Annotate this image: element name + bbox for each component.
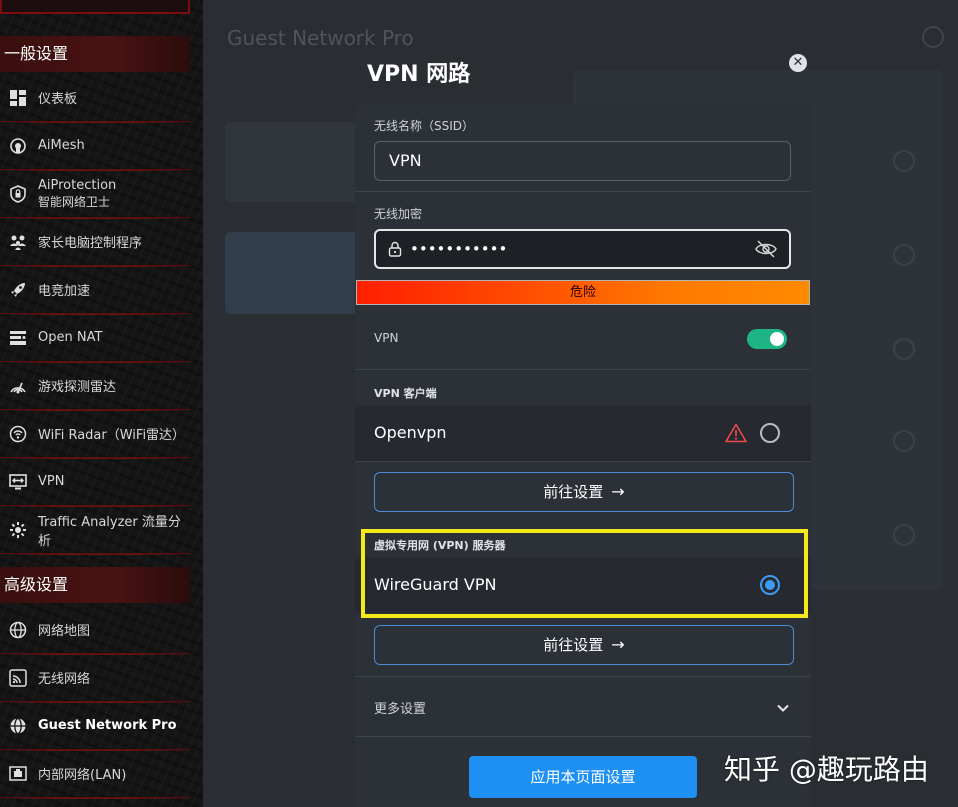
divider bbox=[355, 369, 811, 370]
sidebar-item-label: 网络地图 bbox=[38, 624, 91, 639]
sidebar-item-wifi-radar[interactable]: WiFi Radar（WiFi雷达） bbox=[0, 410, 190, 459]
shield-lock-icon bbox=[9, 184, 27, 203]
sidebar-section-advanced: 高级设置 bbox=[0, 567, 190, 603]
wireless-icon bbox=[9, 668, 27, 687]
sidebar-item-sublabel: 智能网络卫士 bbox=[38, 194, 111, 209]
watermark: 知乎 @趣玩路由 bbox=[724, 753, 929, 786]
sidebar-item-label: 家长电脑控制程序 bbox=[38, 236, 143, 251]
close-icon: ✕ bbox=[792, 55, 804, 70]
goto-settings-label: 前往设置 bbox=[543, 483, 604, 501]
chevron-down-icon[interactable] bbox=[776, 701, 790, 715]
divider bbox=[355, 736, 811, 737]
sidebar-item-label: 游戏探测雷达 bbox=[38, 380, 117, 395]
background-card bbox=[225, 122, 365, 202]
apply-settings-button[interactable]: 应用本页面设置 bbox=[469, 756, 697, 798]
dashboard-icon bbox=[9, 89, 27, 107]
background-info-icon bbox=[893, 524, 915, 546]
rocket-icon bbox=[9, 281, 27, 299]
sidebar-item-game-radar[interactable]: 游戏探测雷达 bbox=[0, 362, 190, 411]
sidebar-item-traffic-analyzer[interactable]: Traffic Analyzer 流量分析 bbox=[0, 506, 190, 555]
openvpn-radio[interactable] bbox=[760, 423, 780, 443]
password-mask: ••••••••••• bbox=[410, 240, 508, 258]
sidebar-item-label: AiProtection bbox=[38, 177, 117, 193]
sidebar-item-label: AiMesh bbox=[38, 138, 85, 153]
sidebar-item-aiprotection[interactable]: AiProtection 智能网络卫士 bbox=[0, 170, 190, 219]
sidebar: 一般设置 仪表板 AiMesh AiProtection 智能网络卫士 家长电脑… bbox=[0, 0, 203, 807]
sidebar-item-guest-network-pro[interactable]: Guest Network Pro bbox=[0, 702, 190, 751]
close-button[interactable]: ✕ bbox=[789, 54, 807, 72]
divider bbox=[355, 191, 811, 192]
background-page-title: Guest Network Pro bbox=[227, 26, 414, 50]
wifi-radar-icon bbox=[9, 425, 27, 443]
sidebar-item-label: 内部网络(LAN) bbox=[38, 768, 127, 783]
modal-title: VPN 网路 bbox=[367, 62, 471, 87]
family-icon bbox=[9, 233, 27, 251]
divider bbox=[355, 676, 811, 677]
ssid-input[interactable]: VPN bbox=[374, 141, 791, 181]
vpn-toggle-label: VPN bbox=[374, 331, 399, 345]
goto-settings-label: 前往设置 bbox=[543, 636, 604, 654]
more-settings-label[interactable]: 更多设置 bbox=[374, 698, 426, 717]
client-goto-settings-button[interactable]: 前往设置 → bbox=[374, 472, 794, 512]
vpn-icon bbox=[9, 473, 27, 491]
background-info-icon bbox=[893, 244, 915, 266]
gear-icon bbox=[922, 26, 944, 48]
arrow-right-icon: → bbox=[611, 482, 625, 501]
globe-icon bbox=[9, 621, 27, 639]
vpn-client-option-row[interactable]: Openvpn bbox=[355, 405, 811, 461]
sidebar-item-label: Guest Network Pro bbox=[38, 718, 177, 733]
sidebar-item-label: Traffic Analyzer 流量分析 bbox=[38, 514, 181, 549]
sidebar-item-open-nat[interactable]: Open NAT bbox=[0, 314, 190, 363]
sidebar-item-label: 电竞加速 bbox=[38, 284, 91, 299]
sidebar-item-label: Open NAT bbox=[38, 330, 103, 345]
sidebar-item-network-map[interactable]: 网络地图 bbox=[0, 606, 190, 655]
traffic-analyzer-icon bbox=[9, 521, 27, 539]
sidebar-section-general: 一般设置 bbox=[0, 36, 190, 72]
sidebar-item-wireless[interactable]: 无线网络 bbox=[0, 654, 190, 703]
sidebar-item-label: 仪表板 bbox=[38, 92, 78, 107]
vpn-client-heading: VPN 客户端 bbox=[374, 387, 437, 400]
background-info-icon bbox=[893, 150, 915, 172]
sidebar-item-game-boost[interactable]: 电竞加速 bbox=[0, 266, 190, 315]
warning-icon bbox=[725, 423, 747, 443]
background-info-icon bbox=[893, 338, 915, 360]
sidebar-top-item[interactable] bbox=[0, 0, 190, 14]
sidebar-item-aimesh[interactable]: AiMesh bbox=[0, 122, 190, 171]
sidebar-item-lan[interactable]: 内部网络(LAN) bbox=[0, 750, 190, 799]
divider bbox=[355, 461, 811, 462]
open-nat-icon bbox=[9, 329, 27, 347]
openvpn-option-label: Openvpn bbox=[374, 423, 447, 442]
sidebar-item-label: 无线网络 bbox=[38, 672, 91, 687]
aimesh-icon bbox=[9, 137, 27, 155]
sidebar-item-dashboard[interactable]: 仪表板 bbox=[0, 74, 190, 123]
background-info-icon bbox=[893, 430, 915, 452]
encryption-label: 无线加密 bbox=[374, 207, 423, 221]
eye-off-icon[interactable] bbox=[755, 240, 777, 258]
password-input[interactable]: ••••••••••• bbox=[374, 229, 791, 269]
lock-icon bbox=[388, 241, 402, 257]
arrow-right-icon: → bbox=[611, 635, 625, 654]
lan-icon bbox=[9, 765, 27, 783]
ssid-label: 无线名称（SSID） bbox=[374, 119, 475, 133]
server-goto-settings-button[interactable]: 前往设置 → bbox=[374, 625, 794, 665]
sidebar-item-label: VPN bbox=[38, 474, 65, 489]
vpn-network-panel: 无线名称（SSID） VPN 无线加密 ••••••••••• 危险 VPN V… bbox=[355, 103, 811, 807]
guest-globe-icon bbox=[9, 717, 27, 735]
highlight-annotation bbox=[361, 529, 808, 618]
vpn-toggle[interactable] bbox=[747, 329, 787, 349]
game-radar-icon bbox=[9, 377, 27, 395]
password-strength-bar: 危险 bbox=[356, 280, 810, 305]
sidebar-item-vpn[interactable]: VPN bbox=[0, 458, 190, 507]
sidebar-item-label: WiFi Radar（WiFi雷达） bbox=[38, 428, 186, 443]
sidebar-item-parental[interactable]: 家长电脑控制程序 bbox=[0, 218, 190, 267]
